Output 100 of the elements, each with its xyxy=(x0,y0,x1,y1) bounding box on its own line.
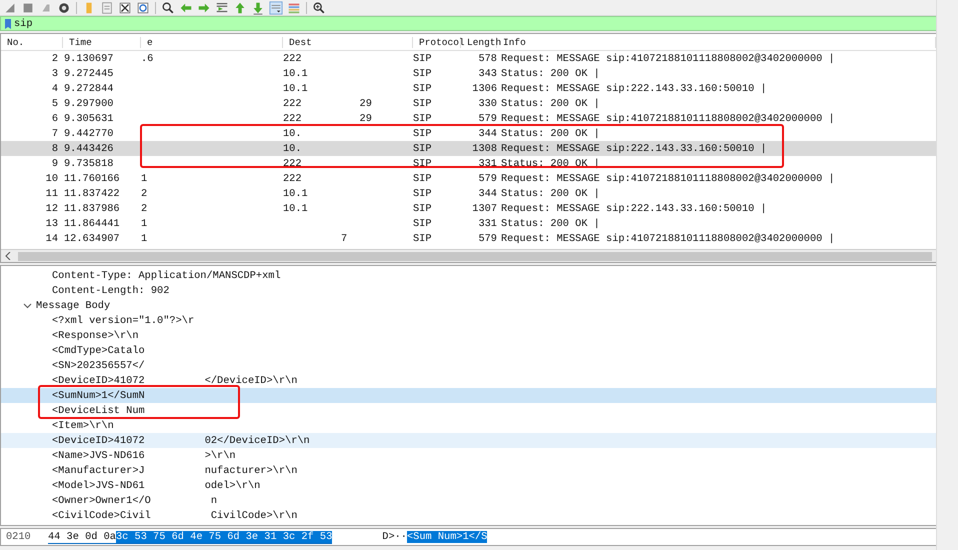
info-cell-text: Status: 200 OK | xyxy=(500,68,601,80)
packet-row[interactable]: 5 9.297900 222 29 SIP 330 Status: 200 OK | xyxy=(1,96,936,111)
packet-row[interactable]: 3 9.272445 10.1 SIP 343 Status: 200 OK | xyxy=(1,66,936,81)
source-cell: 1 xyxy=(141,232,148,244)
packet-row[interactable]: 10 11.760166 1 222 SIP 579 Request: MESSAGE sip:41072188101118808002@3402000000 | xyxy=(1,171,936,186)
destination-cell: 10. xyxy=(283,128,302,140)
bottom-arrow-icon[interactable] xyxy=(251,0,265,14)
source-cell: 1 xyxy=(141,172,148,184)
xml-line[interactable]: <Item>\r\n xyxy=(52,420,114,432)
time-cell-text: 11.760166 xyxy=(63,172,121,184)
xml-line[interactable]: <DeviceID>41072 xyxy=(52,434,145,446)
info-cell-text: Status: 200 OK | xyxy=(500,188,601,200)
info-cell-text: Status: 200 OK | xyxy=(500,218,601,230)
time-cell-text: 11.864441 xyxy=(63,218,121,230)
destination-cell: 10.1 xyxy=(283,82,308,94)
length-cell-text: 331 xyxy=(477,158,497,170)
header-field[interactable]: Content-Type: Application/MANSCDP+xml xyxy=(52,270,281,282)
close-file-icon[interactable] xyxy=(118,0,132,14)
column-header[interactable]: Time xyxy=(63,36,141,48)
protocol-cell-text: SIP xyxy=(413,232,433,244)
time-cell-text: 9.735818 xyxy=(63,158,114,170)
xml-line[interactable]: <?xml version="1.0"?>\r xyxy=(52,314,194,326)
length-cell-text: 1307 xyxy=(471,202,497,214)
xml-line[interactable]: <Response>\r\n xyxy=(52,330,139,342)
info-cell-text: Status: 200 OK | xyxy=(500,98,601,110)
xml-line-fragment: CivilCode>\r\n xyxy=(210,510,298,522)
time-cell-text: 9.297900 xyxy=(63,98,114,110)
byte-offset: 0210 xyxy=(5,531,32,543)
ascii-bytes[interactable]: <Sum Num>1</S xyxy=(406,531,488,543)
xml-line[interactable]: <SumNum>1</SumN xyxy=(52,390,145,402)
xml-line[interactable]: <Model>JVS-ND61 xyxy=(52,480,145,492)
packet-row[interactable]: 4 9.272844 10.1 SIP 1306 Request: MESSAGE sip:222.143.33.160:50010 | xyxy=(1,81,936,96)
number-cell-text: 4 xyxy=(50,82,59,94)
column-header[interactable]: No. xyxy=(1,36,63,48)
xml-line[interactable]: <DeviceList Num xyxy=(52,404,145,416)
options-icon[interactable] xyxy=(57,0,71,14)
xml-line[interactable]: <Owner>Owner1</O xyxy=(52,494,151,506)
xml-line-fragment: >\r\n xyxy=(204,450,236,462)
number-cell-text: 10 xyxy=(44,172,59,184)
length-cell-text: 344 xyxy=(477,188,497,200)
xml-line[interactable]: <DeviceID>41072 xyxy=(52,374,145,386)
info-cell-text: Request: MESSAGE sip:41072188101118808002@3402000000 | xyxy=(500,112,836,124)
packet-row[interactable]: 8 9.443426 10. SIP 1308 Request: MESSAGE sip:222.143.33.160:50010 | xyxy=(1,141,936,156)
column-header[interactable]: Dest xyxy=(283,36,413,48)
destination-cell: 7 xyxy=(341,232,348,244)
packet-row[interactable]: 12 11.837986 2 10.1 SIP 1307 Request: MESSAGE sip:222.143.33.160:50010 | xyxy=(1,201,936,216)
horizontal-scrollbar[interactable] xyxy=(1,249,936,262)
tree-item[interactable]: Message Body xyxy=(36,300,110,312)
stop-icon[interactable] xyxy=(21,0,35,14)
info-cell-text: Request: MESSAGE sip:41072188101118808002@3402000000 | xyxy=(500,232,836,244)
xml-line[interactable]: <SN>202356557</ xyxy=(52,360,145,372)
expand-chevron-icon[interactable] xyxy=(23,301,32,310)
packet-row[interactable]: 6 9.305631 222 29 SIP 579 Request: MESSAGE sip:41072188101118808002@3402000000 | xyxy=(1,111,936,126)
xml-line-fragment: </DeviceID>\r\n xyxy=(204,374,298,386)
protocol-cell-text: SIP xyxy=(413,188,433,200)
length-cell-text: 343 xyxy=(477,68,497,80)
info-cell-text: Request: MESSAGE sip:222.143.33.160:50010 | xyxy=(500,82,768,94)
column-header[interactable]: e xyxy=(141,36,283,48)
colorize-icon[interactable] xyxy=(287,0,301,14)
info-cell-text: Request: MESSAGE sip:222.143.33.160:50010 | xyxy=(500,142,768,154)
number-cell-text: 14 xyxy=(44,232,59,244)
search-icon[interactable] xyxy=(161,0,175,14)
xml-line[interactable]: <Manufacturer>J xyxy=(52,464,145,476)
destination-cell: 10.1 xyxy=(283,202,308,214)
source-cell: 1 xyxy=(141,218,148,230)
header-field[interactable]: Content-Length: 902 xyxy=(52,284,170,296)
bookmark-icon[interactable] xyxy=(5,18,11,28)
time-cell-text: 12.634907 xyxy=(63,232,121,244)
packet-row[interactable]: 13 11.864441 1 SIP 331 Status: 200 OK | xyxy=(1,216,936,231)
hex-bytes[interactable]: 3c 53 75 6d 4e 75 6d 3e 31 3c 2f 53 xyxy=(116,530,332,544)
time-cell-text: 9.272445 xyxy=(63,68,114,80)
xml-line[interactable]: <CmdType>Catalo xyxy=(52,344,145,356)
number-cell-text: 8 xyxy=(50,142,59,154)
length-cell-text: 330 xyxy=(477,98,497,110)
destination-cell: 29 xyxy=(360,98,372,110)
number-cell-text: 7 xyxy=(50,128,59,140)
packet-row[interactable]: 11 11.837422 2 10.1 SIP 344 Status: 200 OK | xyxy=(1,186,936,201)
info-cell-text: Request: MESSAGE sip:222.143.33.160:50010 | xyxy=(500,202,768,214)
packet-row[interactable]: 14 12.634907 1 7 SIP 579 Request: MESSAGE sip:41072188101118808002@3402000000 | xyxy=(1,231,936,246)
xml-line[interactable]: <CivilCode>Civil xyxy=(52,510,151,522)
xml-line[interactable]: <Name>JVS-ND616 xyxy=(52,450,145,462)
display-filter-field[interactable]: sip xyxy=(0,16,937,31)
ascii-bytes[interactable]: D>·· xyxy=(382,531,407,543)
length-cell-text: 344 xyxy=(477,128,497,140)
info-cell-text: Status: 200 OK | xyxy=(500,128,601,140)
packet-row[interactable]: 7 9.442770 10. SIP 344 Status: 200 OK | xyxy=(1,126,936,141)
time-cell-text: 9.442770 xyxy=(63,128,114,140)
xml-line-fragment: odel>\r\n xyxy=(204,480,260,492)
top-arrow-icon[interactable] xyxy=(233,0,247,14)
destination-cell: 29 xyxy=(360,112,372,124)
protocol-cell-text: SIP xyxy=(413,142,433,154)
scroll-left-icon[interactable] xyxy=(4,252,12,260)
destination-cell: 222 xyxy=(283,158,302,170)
packet-row[interactable]: 2 9.130697 .6 222 SIP 578 Request: MESSAGE sip:41072188101118808002@3402000000 | xyxy=(1,51,936,66)
time-cell-text: 11.837986 xyxy=(63,202,121,214)
zoom-in-icon[interactable] xyxy=(312,0,326,14)
number-cell-text: 3 xyxy=(50,68,59,80)
go-to-icon[interactable] xyxy=(215,0,229,14)
hex-bytes[interactable]: 44 3e 0d 0a xyxy=(48,530,116,544)
number-cell-text: 12 xyxy=(44,202,59,214)
